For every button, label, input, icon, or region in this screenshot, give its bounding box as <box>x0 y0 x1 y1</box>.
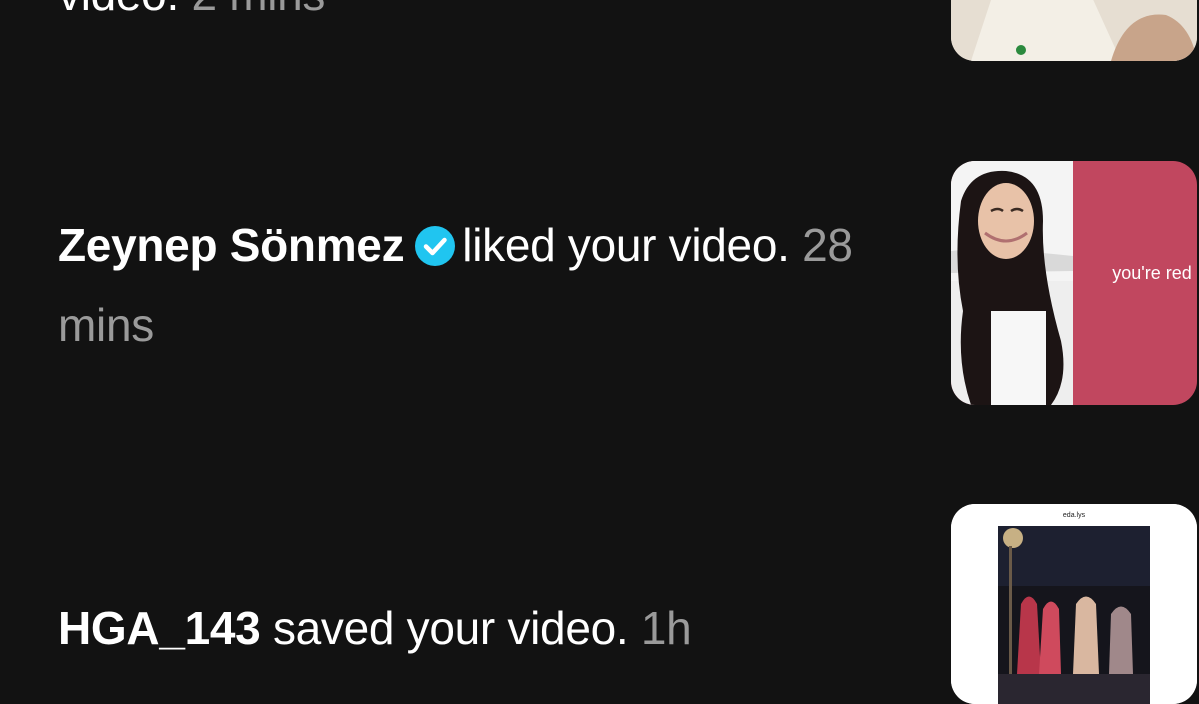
notifications-screen: video. 2 mins Zeynep Sönmez liked your vi… <box>0 0 1199 704</box>
verified-check-icon <box>415 226 456 266</box>
notification-text: video. 2 mins <box>58 0 888 34</box>
notification-username[interactable]: Zeynep Sönmez <box>58 219 405 271</box>
video-thumbnail[interactable]: eda.lys <box>951 504 1197 704</box>
notification-text: HGA_143 saved your video. 1h <box>58 588 888 668</box>
video-thumbnail[interactable]: you're red <box>951 161 1197 405</box>
notification-time: 2 mins <box>191 0 325 20</box>
video-thumbnail[interactable] <box>951 0 1197 61</box>
thumbnail-image <box>951 0 1197 61</box>
thumbnail-caption: you're red <box>1112 263 1192 283</box>
notification-action: saved your video. <box>272 602 629 654</box>
notification-action: video. <box>58 0 179 20</box>
thumbnail-handle: eda.lys <box>1062 512 1086 519</box>
notification-username[interactable]: HGA_143 <box>58 602 261 654</box>
notification-text: Zeynep Sönmez liked your video. 28 mins <box>58 205 888 365</box>
notification-action: liked your video. <box>462 219 790 271</box>
notification-time: 1h <box>640 602 692 654</box>
thumbnail-image <box>951 504 1197 704</box>
